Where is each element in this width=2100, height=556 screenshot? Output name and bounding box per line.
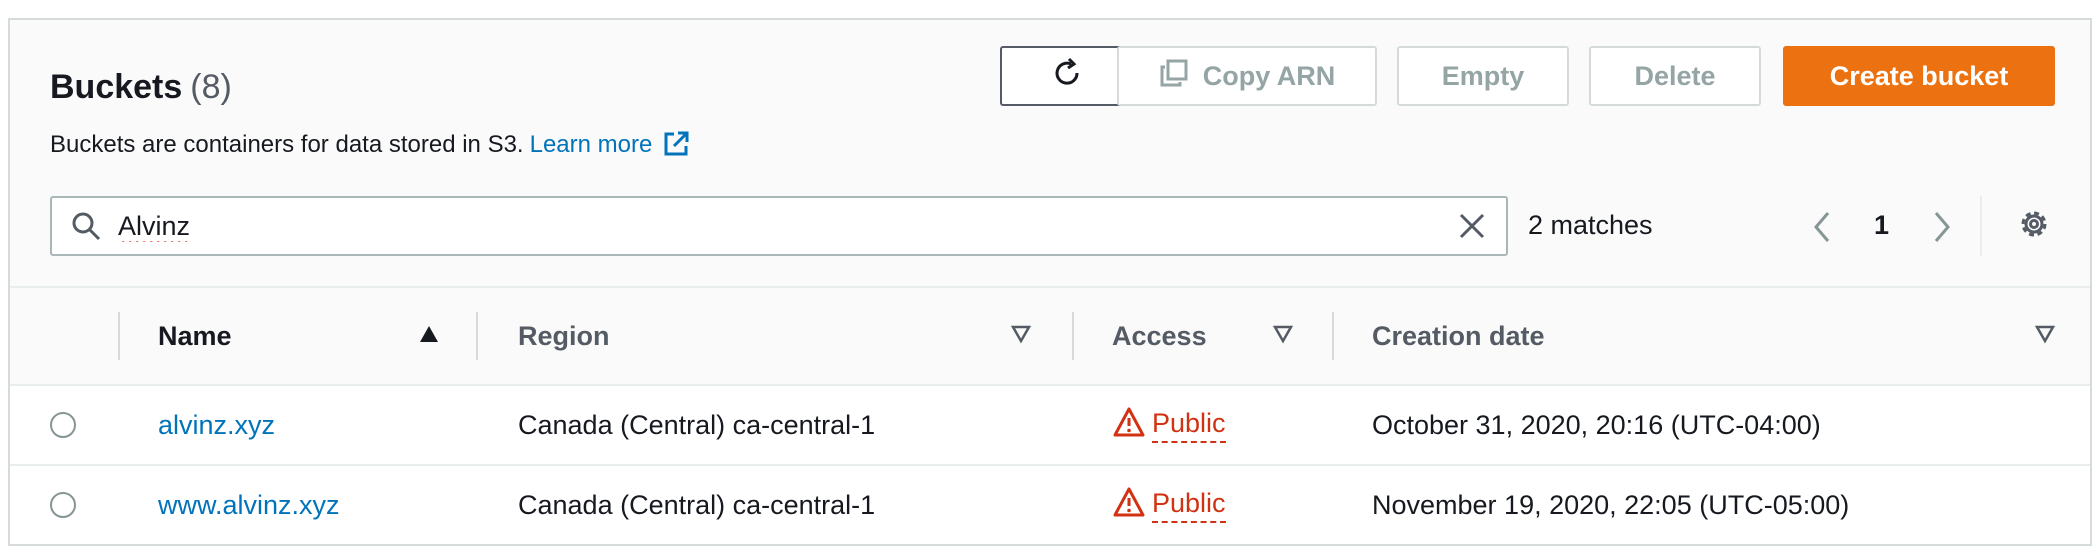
bucket-region: Canada (Central) ca-central-1 [518, 409, 876, 440]
delete-button[interactable]: Delete [1589, 46, 1761, 106]
refresh-icon [1050, 56, 1084, 97]
page-title: Buckets (8) [50, 68, 232, 107]
sort-icon[interactable] [1272, 324, 1294, 349]
warning-icon [1112, 486, 1146, 525]
creation-date: November 19, 2020, 22:05 (UTC-05:00) [1372, 489, 1850, 520]
search-icon [70, 210, 102, 247]
copy-arn-button[interactable]: Copy ARN [1117, 46, 1377, 106]
pagination-divider [1980, 196, 1982, 256]
panel-header: Buckets (8) Buckets are containers for da… [10, 20, 2090, 288]
table-header: Name Region Access Creation date [10, 288, 2090, 386]
search-input[interactable] [118, 208, 1418, 244]
copy-icon [1159, 58, 1203, 95]
next-page-icon[interactable] [1930, 210, 1954, 249]
bucket-count: (8) [190, 68, 232, 106]
sort-icon[interactable] [1010, 324, 1032, 349]
bucket-name-link[interactable]: alvinz.xyz [158, 386, 275, 464]
column-header-creation-date[interactable]: Creation date [1372, 288, 1545, 384]
page-title-text: Buckets [50, 68, 183, 106]
access-label: Public [1152, 488, 1226, 523]
page-description: Buckets are containers for data stored i… [50, 130, 690, 165]
row-select-radio[interactable] [50, 492, 76, 518]
access-status[interactable]: Public [1112, 466, 1226, 544]
sort-icon[interactable] [2034, 324, 2056, 349]
access-label: Public [1152, 408, 1226, 443]
column-divider [1072, 312, 1074, 360]
page-number[interactable]: 1 [1874, 210, 1889, 241]
learn-more-link[interactable]: Learn more [530, 131, 653, 158]
row-select-radio[interactable] [50, 412, 76, 438]
buckets-panel: Buckets (8) Buckets are containers for da… [8, 18, 2092, 546]
create-bucket-button[interactable]: Create bucket [1783, 46, 2055, 106]
external-link-icon[interactable] [662, 130, 690, 165]
creation-date: October 31, 2020, 20:16 (UTC-04:00) [1372, 409, 1821, 440]
gear-icon[interactable] [2016, 206, 2052, 247]
empty-button[interactable]: Empty [1397, 46, 1569, 106]
search-box [50, 196, 1508, 256]
match-count: 2 matches [1528, 210, 1653, 240]
column-header-access[interactable]: Access [1112, 288, 1207, 384]
column-divider [118, 312, 120, 360]
description-text: Buckets are containers for data stored i… [50, 131, 524, 158]
warning-icon [1112, 406, 1146, 445]
sort-ascending-icon[interactable] [418, 324, 440, 349]
copy-arn-label: Copy ARN [1202, 60, 1336, 91]
column-divider [476, 312, 478, 360]
previous-page-icon[interactable] [1810, 210, 1834, 249]
table-row[interactable]: www.alvinz.xyz Canada (Central) ca-centr… [10, 466, 2090, 544]
table-row[interactable]: alvinz.xyz Canada (Central) ca-central-1… [10, 386, 2090, 466]
bucket-name-link[interactable]: www.alvinz.xyz [158, 466, 340, 544]
column-header-name[interactable]: Name [158, 288, 232, 384]
column-divider [1332, 312, 1334, 360]
clear-search-icon[interactable] [1458, 212, 1486, 245]
access-status[interactable]: Public [1112, 386, 1226, 464]
refresh-button[interactable] [1000, 46, 1134, 106]
bucket-region: Canada (Central) ca-central-1 [518, 489, 876, 520]
column-header-region[interactable]: Region [518, 288, 610, 384]
